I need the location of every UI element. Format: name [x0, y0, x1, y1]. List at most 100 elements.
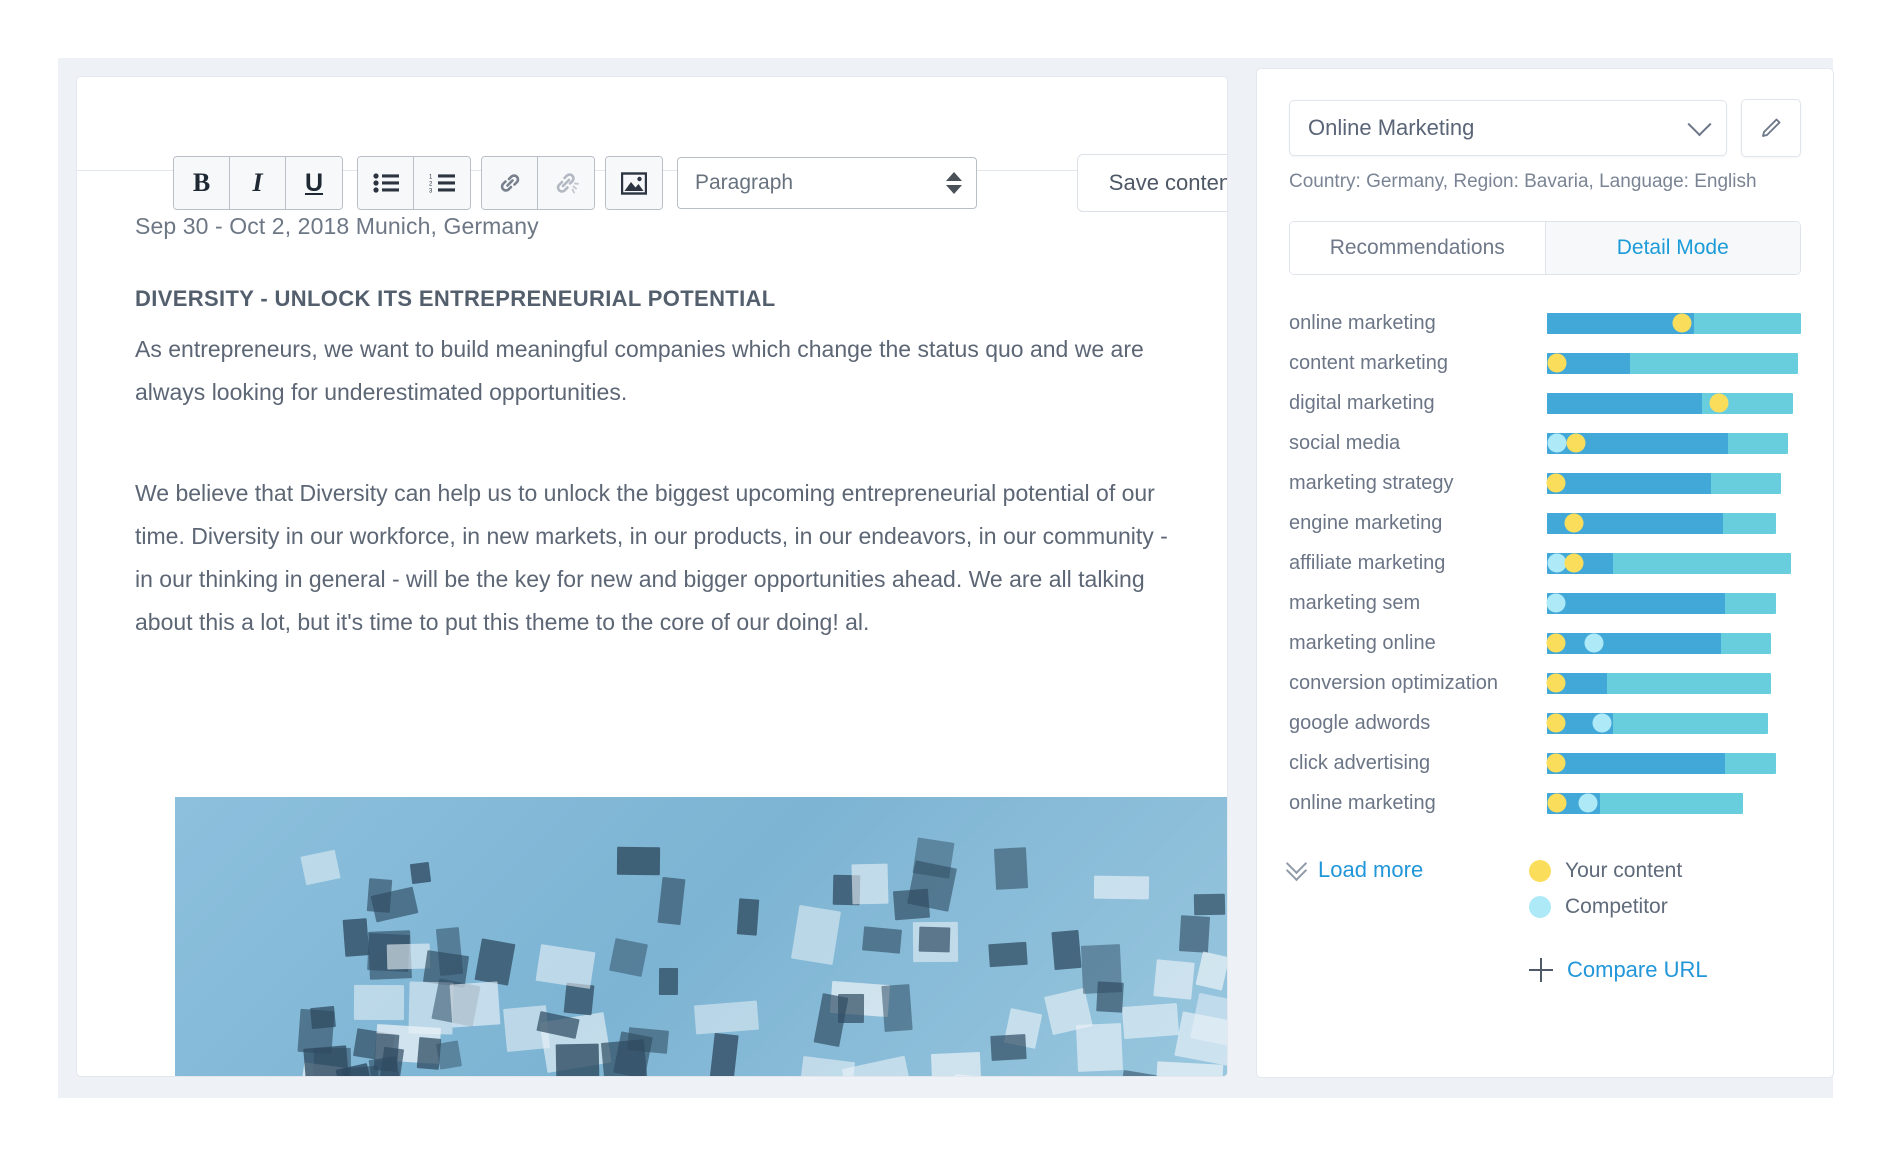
pinned-note: [353, 985, 404, 1021]
pinned-photo: [297, 1008, 335, 1054]
legend-label-your-content: Your content: [1565, 859, 1683, 882]
pinned-photo: [1193, 893, 1226, 915]
pinned-photo: [658, 877, 687, 925]
keyword-row[interactable]: marketing strategy: [1289, 463, 1801, 503]
keyword-bar: [1546, 712, 1801, 734]
pinned-photo: [555, 1043, 600, 1076]
compare-url-button[interactable]: Compare URL: [1529, 957, 1708, 983]
pinned-photo: [436, 927, 464, 977]
keyword-dot-your-content: [1564, 553, 1584, 573]
save-content-button[interactable]: Save content: [1077, 154, 1227, 212]
bullet-list-button[interactable]: [358, 157, 414, 209]
italic-button[interactable]: I: [230, 157, 286, 209]
topic-select[interactable]: Online Marketing: [1289, 100, 1727, 156]
keyword-row[interactable]: click advertising: [1289, 743, 1801, 783]
keyword-row[interactable]: engine marketing: [1289, 503, 1801, 543]
paragraph-style-label: Paragraph: [695, 171, 794, 194]
keyword-label: marketing online: [1289, 631, 1436, 654]
keyword-label: online marketing: [1289, 791, 1436, 814]
keyword-dot-your-content: [1566, 433, 1586, 453]
link-group: [481, 156, 595, 210]
keyword-bar-fill: [1547, 632, 1722, 654]
unlink-button[interactable]: [538, 157, 594, 209]
keyword-bar: [1546, 592, 1801, 614]
keyword-dot-your-content: [1546, 633, 1566, 653]
keyword-label: conversion optimization: [1289, 671, 1498, 694]
legend-item-competitor: Competitor: [1529, 889, 1682, 925]
pinned-note: [1093, 875, 1149, 899]
pinned-photo: [912, 837, 955, 879]
pinned-photo: [994, 847, 1028, 890]
image-button[interactable]: [606, 157, 662, 209]
numbered-list-icon: 1 2 3: [429, 174, 455, 193]
pinned-photo: [990, 1034, 1027, 1062]
pinned-photo: [988, 942, 1028, 968]
pinned-photo: [474, 938, 516, 986]
pinned-note: [1154, 1060, 1223, 1076]
keyword-bar: [1547, 552, 1801, 574]
keyword-row[interactable]: online marketing: [1289, 783, 1801, 823]
keyword-bar: [1547, 392, 1801, 414]
keyword-row[interactable]: content marketing: [1289, 343, 1801, 383]
pinned-photo: [617, 846, 661, 876]
document-meta: Sep 30 - Oct 2, 2018 Munich, Germany: [135, 213, 539, 239]
tab-recommendations[interactable]: Recommendations: [1290, 222, 1546, 274]
pinned-photo: [342, 918, 369, 958]
pinned-note: [386, 943, 431, 970]
keyword-row[interactable]: conversion optimization: [1289, 663, 1801, 703]
keyword-row[interactable]: affiliate marketing: [1289, 543, 1801, 583]
pinned-photo: [838, 993, 865, 1024]
list-group: 1 2 3: [357, 156, 471, 210]
keyword-bar: [1546, 632, 1801, 654]
underline-button[interactable]: U: [286, 157, 342, 209]
compare-url-label: Compare URL: [1567, 957, 1708, 982]
keyword-label: marketing sem: [1289, 591, 1421, 614]
keyword-row[interactable]: social media: [1289, 423, 1801, 463]
keyword-label: social media: [1289, 431, 1401, 454]
pinned-note: [693, 1000, 760, 1036]
document-body[interactable]: Sep 30 - Oct 2, 2018 Munich, Germany DIV…: [77, 213, 1227, 644]
pinned-note: [791, 904, 842, 965]
svg-text:1: 1: [429, 175, 433, 181]
image-icon: [621, 171, 647, 195]
keyword-dot-your-content: [1547, 793, 1567, 813]
keyword-row[interactable]: marketing sem: [1289, 583, 1801, 623]
pinned-photo: [410, 862, 432, 885]
legend-dot-competitor: [1529, 896, 1551, 918]
keyword-dot-your-content: [1547, 353, 1567, 373]
document-image: [175, 797, 1227, 1076]
pinned-note: [535, 944, 596, 990]
keyword-bar: [1546, 672, 1801, 694]
pinned-photo: [1051, 930, 1082, 971]
keyword-label: digital marketing: [1289, 391, 1435, 414]
tab-detail-mode[interactable]: Detail Mode: [1545, 222, 1800, 274]
keyword-dot-competitor: [1592, 713, 1612, 733]
paragraph-style-select[interactable]: Paragraph: [677, 157, 977, 209]
chevron-down-icon: [1687, 111, 1712, 136]
bold-button[interactable]: B: [174, 157, 230, 209]
link-button[interactable]: [482, 157, 538, 209]
chart-legend: Your content Competitor: [1529, 853, 1682, 925]
load-more-button[interactable]: Load more: [1285, 852, 1423, 883]
keyword-row[interactable]: digital marketing: [1289, 383, 1801, 423]
editor-toolbar: B I U 1 2 3 Paragraph Save content: [77, 77, 1227, 212]
keyword-bar: [1547, 352, 1801, 374]
keyword-label: marketing strategy: [1289, 471, 1454, 494]
app-root: B I U 1 2 3 Paragraph Save content Sep 3…: [0, 0, 1890, 1152]
keyword-label: click advertising: [1289, 751, 1431, 774]
topic-meta: Country: Germany, Region: Bavaria, Langu…: [1289, 171, 1757, 192]
keyword-dot-your-content: [1672, 313, 1692, 333]
edit-topic-button[interactable]: [1741, 99, 1801, 157]
topic-row: Online Marketing: [1289, 99, 1801, 157]
keyword-label: engine marketing: [1289, 511, 1443, 534]
numbered-list-button[interactable]: 1 2 3: [414, 157, 470, 209]
keyword-row[interactable]: marketing online: [1289, 623, 1801, 663]
double-chevron-down-icon: [1285, 852, 1308, 882]
link-icon: [500, 174, 519, 192]
keyword-row[interactable]: online marketing: [1289, 303, 1801, 343]
text-format-group: B I U: [173, 156, 343, 210]
keyword-row[interactable]: google adwords: [1289, 703, 1801, 743]
keyword-dot-your-content: [1564, 513, 1584, 533]
pinned-photo: [709, 1032, 739, 1076]
pinned-photo: [918, 926, 950, 953]
